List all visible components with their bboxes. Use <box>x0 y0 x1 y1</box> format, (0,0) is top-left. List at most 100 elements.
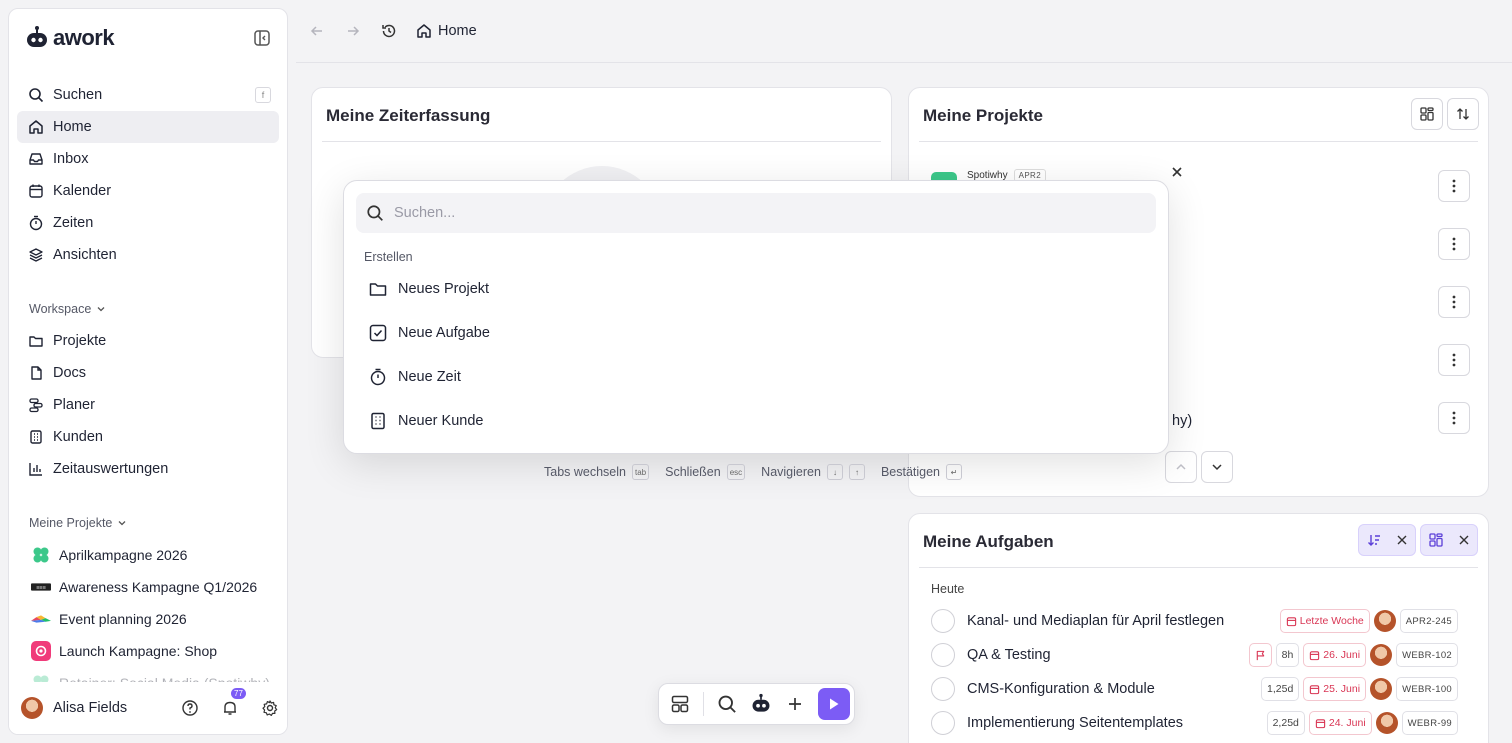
history-icon[interactable] <box>380 22 398 40</box>
more-vertical-icon <box>1452 353 1456 367</box>
assignee-avatar[interactable] <box>1370 678 1393 700</box>
search-icon[interactable] <box>716 693 738 715</box>
close-icon[interactable] <box>1458 534 1470 546</box>
calendar-icon <box>1286 616 1296 626</box>
palette-item-new-task[interactable]: Neue Aufgabe <box>360 313 1152 353</box>
nav-times[interactable]: Zeiten <box>17 207 279 239</box>
nav-search[interactable]: Suchen f <box>17 79 279 111</box>
palette-search[interactable] <box>356 193 1156 233</box>
top-bar: Home <box>296 0 1512 63</box>
nav-label: Home <box>53 119 92 135</box>
ai-assistant-icon[interactable] <box>750 693 772 715</box>
more-vertical-icon <box>1452 295 1456 309</box>
nav-calendar[interactable]: Kalender <box>17 175 279 207</box>
help-icon[interactable] <box>179 697 201 719</box>
sidebar: awork Suchen f Home Inbox Kalender Zeite… <box>8 8 288 735</box>
assignee-avatar[interactable] <box>1375 712 1398 734</box>
sidebar-collapse-icon[interactable] <box>253 29 271 47</box>
nav-inbox[interactable]: Inbox <box>17 143 279 175</box>
palette-item-label: Neue Aufgabe <box>398 325 490 341</box>
estimate-tag[interactable]: 2,25d <box>1266 711 1305 735</box>
nav-docs[interactable]: Docs <box>17 357 279 389</box>
app-logo[interactable]: awork <box>25 25 115 51</box>
nav-planner[interactable]: Planer <box>17 389 279 421</box>
workspace-section-toggle[interactable]: Workspace <box>17 295 279 323</box>
layout-toggle-button[interactable] <box>1411 98 1443 130</box>
bell-icon[interactable]: 77 <box>219 688 246 719</box>
nav-time-reports[interactable]: Zeitauswertungen <box>17 453 279 485</box>
task-checkbox[interactable] <box>931 643 955 667</box>
back-arrow-icon[interactable] <box>308 22 326 40</box>
chevron-down-icon <box>1212 464 1222 471</box>
breadcrumb-label: Home <box>438 23 477 39</box>
calendar-icon <box>27 182 45 200</box>
due-date-tag[interactable]: Letzte Woche <box>1279 609 1370 633</box>
avatar[interactable] <box>21 697 43 719</box>
start-timer-button[interactable] <box>818 688 850 720</box>
task-checkbox[interactable] <box>931 677 955 701</box>
assignee-avatar[interactable] <box>1370 644 1393 666</box>
estimate-tag[interactable]: 8h <box>1275 643 1300 667</box>
inbox-icon <box>27 150 45 168</box>
due-date-tag[interactable]: 26. Juni <box>1303 643 1367 667</box>
breadcrumb[interactable]: Home <box>416 23 477 39</box>
assignee-avatar[interactable] <box>1373 610 1396 632</box>
task-row[interactable]: Kanal- und Mediaplan für April festlegen… <box>931 604 1458 638</box>
due-date-text: Letzte Woche <box>1299 615 1364 627</box>
nav-label: Suchen <box>53 87 103 103</box>
nav-projects[interactable]: Projekte <box>17 325 279 357</box>
sort-button[interactable] <box>1447 98 1479 130</box>
close-icon[interactable] <box>1396 534 1408 546</box>
widget-title: Meine Projekte <box>923 106 1043 125</box>
plus-icon[interactable] <box>784 693 806 715</box>
palette-item-new-time[interactable]: Neue Zeit <box>360 357 1152 397</box>
project-item[interactable]: Event planning 2026 <box>17 603 279 635</box>
group-filter-chip[interactable] <box>1420 524 1478 556</box>
project-item[interactable]: ≡≡≡ Awareness Kampagne Q1/2026 <box>17 571 279 603</box>
due-date-tag[interactable]: 24. Juni <box>1308 711 1372 735</box>
nav-home[interactable]: Home <box>17 111 279 143</box>
project-menu-button[interactable] <box>1438 170 1470 202</box>
my-projects-section-toggle[interactable]: Meine Projekte <box>17 509 279 537</box>
planner-icon <box>27 396 45 414</box>
calendar-icon <box>1310 650 1320 660</box>
project-item[interactable]: Aprilkampagne 2026 <box>17 539 279 571</box>
project-menu-button[interactable] <box>1438 402 1470 434</box>
task-key: WEBR-102 <box>1396 643 1458 667</box>
due-date-tag[interactable]: 25. Juni <box>1303 677 1367 701</box>
nav-clients[interactable]: Kunden <box>17 421 279 453</box>
project-item[interactable]: Launch Kampagne: Shop <box>17 635 279 667</box>
nav-label: Ansichten <box>53 247 117 263</box>
palette-item-label: Neue Zeit <box>398 369 461 385</box>
close-icon[interactable] <box>1164 159 1190 185</box>
task-row[interactable]: Implementierung Seitentemplates 2,25d 24… <box>931 706 1458 740</box>
priority-tag[interactable] <box>1248 643 1272 667</box>
project-name-partial: hy) <box>1172 413 1193 429</box>
project-menu-button[interactable] <box>1438 344 1470 376</box>
task-checkbox[interactable] <box>931 711 955 735</box>
sidebar-footer: Alisa Fields 77 <box>9 682 287 734</box>
task-checkbox[interactable] <box>931 609 955 633</box>
layout-icon <box>1420 107 1434 121</box>
estimate-tag[interactable]: 1,25d <box>1261 677 1300 701</box>
building-icon <box>27 428 45 446</box>
user-name[interactable]: Alisa Fields <box>53 700 161 716</box>
gear-icon[interactable] <box>259 697 281 719</box>
task-row[interactable]: QA & Testing 8h 26. Juni WEBR-102 <box>931 638 1458 672</box>
awork-logo-icon <box>27 26 47 47</box>
main-nav: Suchen f Home Inbox Kalender Zeiten Ansi… <box>17 79 279 699</box>
nav-label: Planer <box>53 397 95 413</box>
project-menu-button[interactable] <box>1438 228 1470 260</box>
project-menu-button[interactable] <box>1438 286 1470 318</box>
palette-item-new-project[interactable]: Neues Projekt <box>360 269 1152 309</box>
forward-arrow-icon[interactable] <box>344 22 362 40</box>
widgets-icon[interactable] <box>669 693 691 715</box>
palette-item-new-client[interactable]: Neuer Kunde <box>360 401 1152 441</box>
scroll-up-button[interactable] <box>1165 451 1197 483</box>
nav-views[interactable]: Ansichten <box>17 239 279 271</box>
section-label: Meine Projekte <box>29 516 113 530</box>
scroll-down-button[interactable] <box>1201 451 1233 483</box>
sort-filter-chip[interactable] <box>1358 524 1416 556</box>
palette-search-input[interactable] <box>394 205 1094 221</box>
task-row[interactable]: CMS-Konfiguration & Module 1,25d 25. Jun… <box>931 672 1458 706</box>
